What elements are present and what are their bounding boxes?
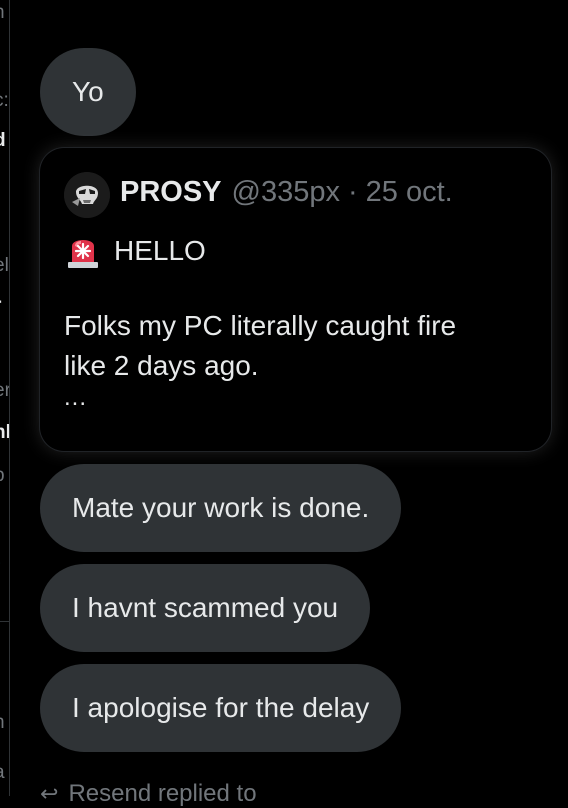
alert-text: HELLO	[114, 235, 206, 267]
clipped-divider	[0, 621, 9, 622]
reply-hint-text: Resend replied to	[68, 780, 256, 808]
post-body-line: Folks my PC literally caught fire	[64, 310, 456, 342]
quoted-post-header: PROSY @335px · 25 oct.	[120, 176, 453, 209]
clipped-text: a	[0, 762, 5, 784]
message-bubble[interactable]: Yo	[40, 48, 136, 136]
message-bubble[interactable]: I apologise for the delay	[40, 664, 401, 752]
message-text: Mate your work is done.	[72, 492, 369, 524]
clipped-text: n	[0, 712, 5, 734]
post-body-line: like 2 days ago.	[64, 350, 259, 382]
clipped-text: el	[0, 255, 9, 277]
police-light-icon	[64, 232, 102, 270]
clipped-text: er	[0, 380, 9, 402]
truncation-ellipsis: ...	[64, 384, 87, 412]
clipped-text: p	[0, 465, 5, 487]
reply-arrow-icon: ↩	[40, 781, 58, 807]
quoted-post-card[interactable]: PROSY @335px · 25 oct. HELLO Folks my PC…	[40, 148, 551, 451]
clipped-text: n	[0, 2, 5, 24]
clipped-text: nl	[0, 422, 9, 444]
clipped-text: r	[0, 295, 1, 317]
message-text: Yo	[72, 76, 104, 108]
message-text: I apologise for the delay	[72, 692, 369, 724]
message-bubble[interactable]: Mate your work is done.	[40, 464, 401, 552]
post-date[interactable]: 25 oct.	[366, 176, 453, 209]
skull-avatar-icon[interactable]	[64, 172, 110, 218]
message-bubble[interactable]: I havnt scammed you	[40, 564, 370, 652]
neighbor-column-edge: n c: d l el r er nl p r i n a	[0, 0, 9, 796]
alert-line: HELLO	[64, 232, 206, 270]
reply-hint: ↩ Resend replied to	[40, 780, 257, 808]
column-divider	[9, 0, 10, 796]
separator-dot: ·	[348, 176, 358, 209]
clipped-text: d	[0, 130, 6, 152]
display-name[interactable]: PROSY	[120, 176, 222, 209]
clipped-text: c:	[0, 90, 9, 112]
message-text: I havnt scammed you	[72, 592, 338, 624]
user-handle[interactable]: @335px	[232, 176, 340, 209]
